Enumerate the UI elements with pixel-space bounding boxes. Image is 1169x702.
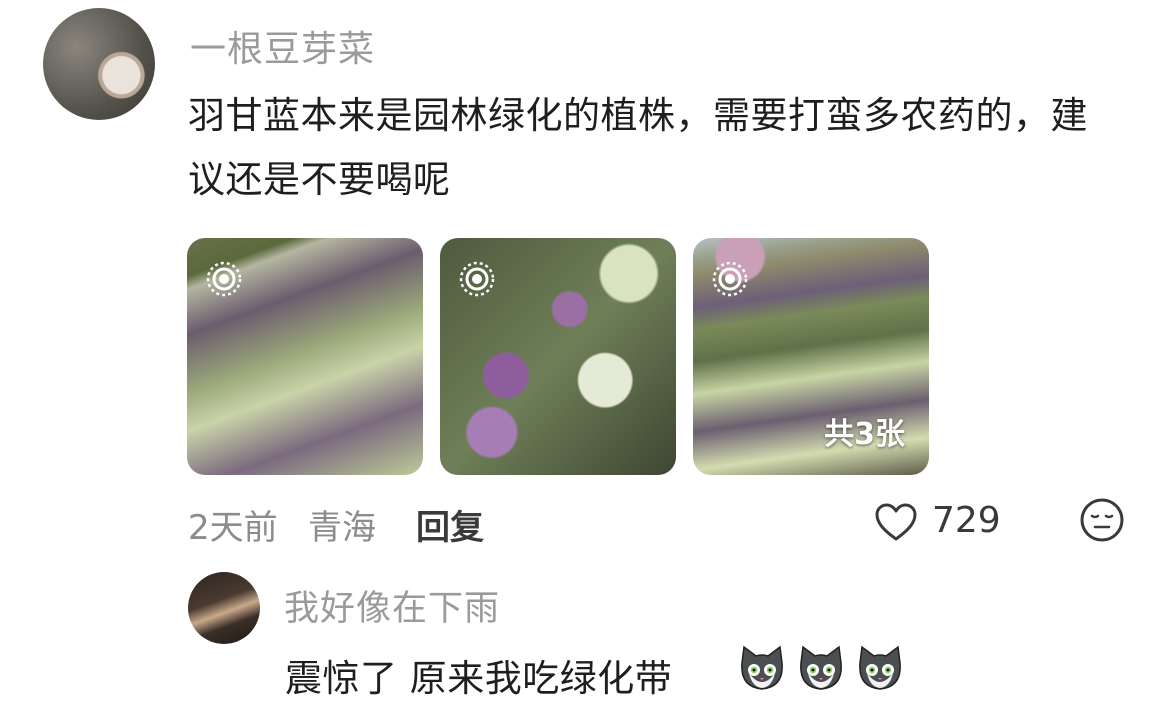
cat-emoji-group bbox=[736, 643, 908, 695]
cat-emoji-icon bbox=[859, 645, 902, 690]
live-photo-icon bbox=[459, 261, 495, 297]
cat-emoji-icon bbox=[741, 645, 783, 690]
commenter-username[interactable]: 一根豆芽菜 bbox=[190, 20, 375, 72]
comment-text: 羽甘蓝本来是园林绿化的植株，需要打蛮多农药的，建议还是不要喝呢 bbox=[188, 94, 1088, 201]
comment-image-1[interactable] bbox=[187, 238, 423, 475]
cat-emoji-icon bbox=[800, 645, 842, 690]
comment-time: 2天前 bbox=[188, 508, 278, 548]
heart-icon[interactable] bbox=[874, 502, 918, 542]
reply-username[interactable]: 我好像在下雨 bbox=[284, 580, 500, 631]
live-photo-icon bbox=[712, 261, 748, 297]
reply-avatar[interactable] bbox=[188, 572, 260, 644]
comment-image-2[interactable] bbox=[440, 238, 676, 475]
reply-button[interactable]: 回复 bbox=[416, 500, 484, 549]
like-count: 729 bbox=[932, 500, 1001, 541]
live-photo-icon bbox=[206, 261, 242, 297]
comment-location: 青海 bbox=[308, 508, 376, 548]
emoji-icon[interactable] bbox=[1078, 496, 1126, 544]
image-count-badge: 共3张 bbox=[824, 417, 905, 452]
commenter-avatar[interactable] bbox=[43, 8, 155, 120]
reply-text: 震惊了 原来我吃绿化带 bbox=[285, 657, 673, 700]
comment-image-3[interactable]: 共3张 bbox=[693, 238, 929, 475]
